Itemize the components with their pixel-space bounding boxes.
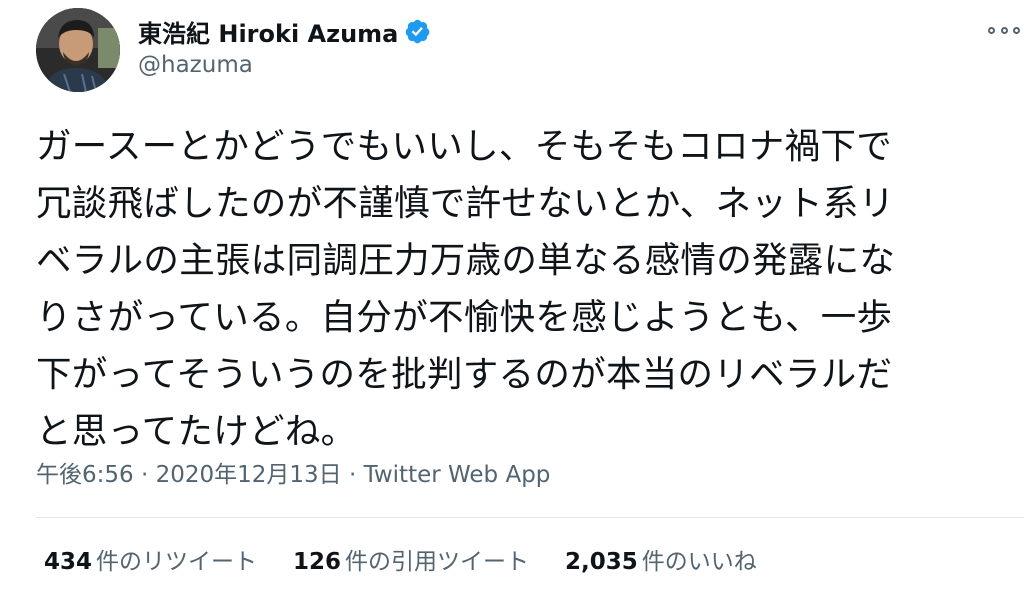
tweet-text-line: 冗談飛ばしたのが不謹慎で許せないとか、ネット系リ: [36, 183, 895, 224]
dot: [1013, 26, 1020, 34]
profile-photo-icon: [36, 8, 120, 92]
tweet-date[interactable]: 2020年12月13日: [156, 462, 342, 488]
author-info: 東浩紀 Hiroki Azuma @hazuma: [138, 14, 431, 78]
tweet-meta: 午後6:56 · 2020年12月13日 · Twitter Web App: [36, 455, 550, 489]
divider: [36, 517, 1024, 518]
meta-separator: ·: [133, 462, 156, 488]
quotes-label: 件の引用ツイート: [345, 549, 530, 575]
display-name[interactable]: 東浩紀 Hiroki Azuma: [138, 14, 398, 49]
retweets-count: 434: [44, 549, 93, 575]
tweet-text: ガースーとかどうでもいいし、そもそもコロナ禍下で 冗談飛ばしたのが不謹慎で許せな…: [36, 118, 996, 460]
verified-badge-icon: [404, 18, 431, 45]
likes-label: 件のいいね: [641, 549, 757, 575]
quotes-count: 126: [293, 549, 342, 575]
tweet-time[interactable]: 午後6:56: [36, 462, 134, 488]
meta-separator: ·: [341, 462, 364, 488]
retweets-stat[interactable]: 434 件のリツイート: [44, 542, 257, 576]
tweet-text-line: ガースーとかどうでもいいし、そもそもコロナ禍下で: [36, 126, 893, 167]
tweet-text-line: ベラルの主張は同調圧力万歳の単なる感情の発露にな: [36, 240, 896, 281]
tweet-text-line: と思ってたけどね。: [36, 411, 357, 452]
quotes-stat[interactable]: 126 件の引用ツイート: [293, 542, 529, 576]
tweet-stats: 434 件のリツイート 126 件の引用ツイート 2,035 件のいいね: [44, 542, 793, 576]
name-row: 東浩紀 Hiroki Azuma: [138, 14, 431, 48]
tweet: 東浩紀 Hiroki Azuma @hazuma ガースーとかどうでもいいし、そ…: [0, 0, 1024, 591]
dot: [988, 26, 995, 34]
avatar[interactable]: [36, 8, 120, 92]
retweets-label: 件のリツイート: [96, 549, 258, 575]
tweet-text-line: りさがっている。自分が不愉快を感じようとも、一歩: [36, 297, 893, 338]
likes-count: 2,035: [565, 549, 638, 575]
tweet-source[interactable]: Twitter Web App: [364, 462, 551, 488]
user-handle[interactable]: @hazuma: [138, 52, 431, 78]
tweet-text-line: 下がってそういうのを批判するのが本当のリベラルだ: [36, 354, 893, 395]
likes-stat[interactable]: 2,035 件のいいね: [565, 542, 757, 576]
more-options-icon[interactable]: [988, 20, 1020, 40]
dot: [1000, 26, 1008, 34]
